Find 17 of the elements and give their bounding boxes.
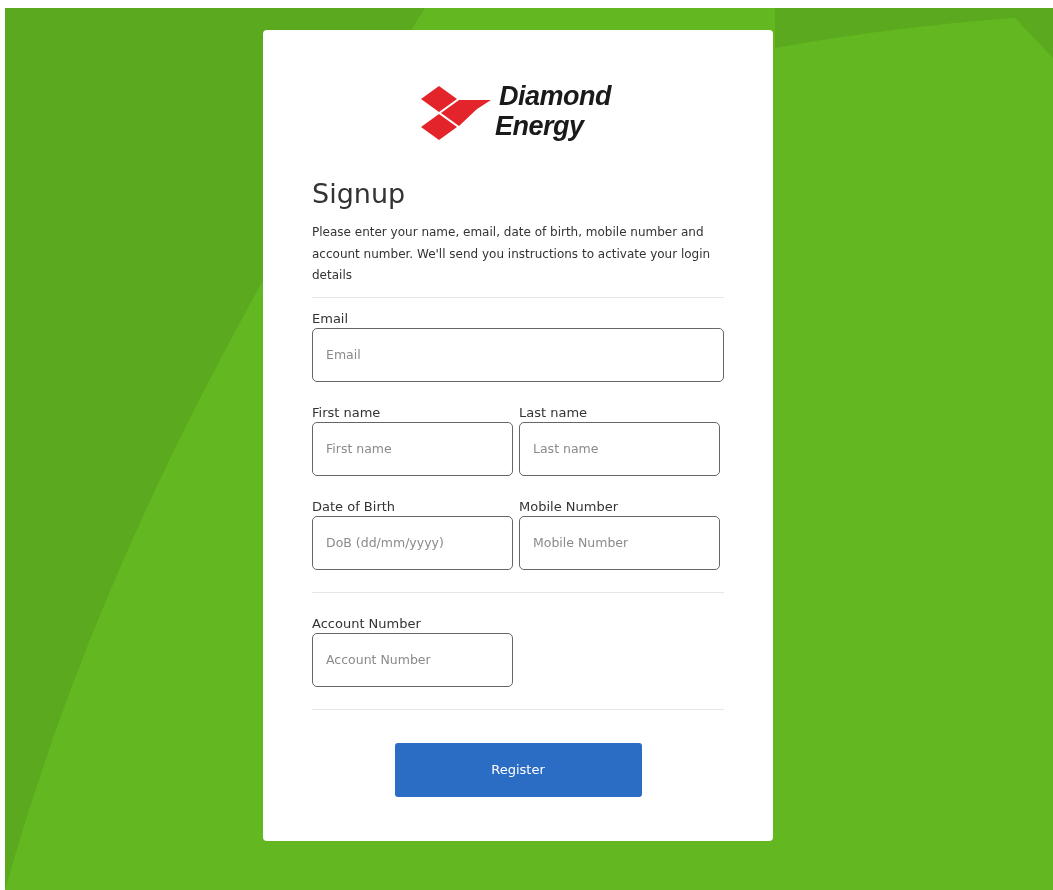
field-label: First name: [312, 403, 382, 422]
input-field[interactable]: Email: [312, 327, 724, 382]
field-label: Mobile Number: [519, 497, 619, 516]
page-title: Signup: [312, 177, 407, 211]
intro-text: Please enter your name, email, date of birth, mobile number and account number. We'll send you instructions to activate your login details: [312, 224, 712, 284]
field-label: Last name: [519, 403, 589, 422]
field-label: Account Number: [312, 614, 422, 633]
logo-text: Diamond Energy: [495, 81, 613, 143]
register-button[interactable]: Register: [394, 742, 642, 797]
field-label: Date of Birth: [312, 497, 397, 516]
field-label: Email: [312, 309, 350, 328]
input-field[interactable]: Account Number: [312, 632, 513, 687]
input-field[interactable]: First name: [312, 421, 513, 476]
input-field[interactable]: Mobile Number: [519, 515, 720, 570]
input-field[interactable]: Last name: [519, 421, 720, 476]
diamonds-icon: [419, 83, 493, 141]
input-field[interactable]: DoB (dd/mm/yyyy): [312, 515, 513, 570]
